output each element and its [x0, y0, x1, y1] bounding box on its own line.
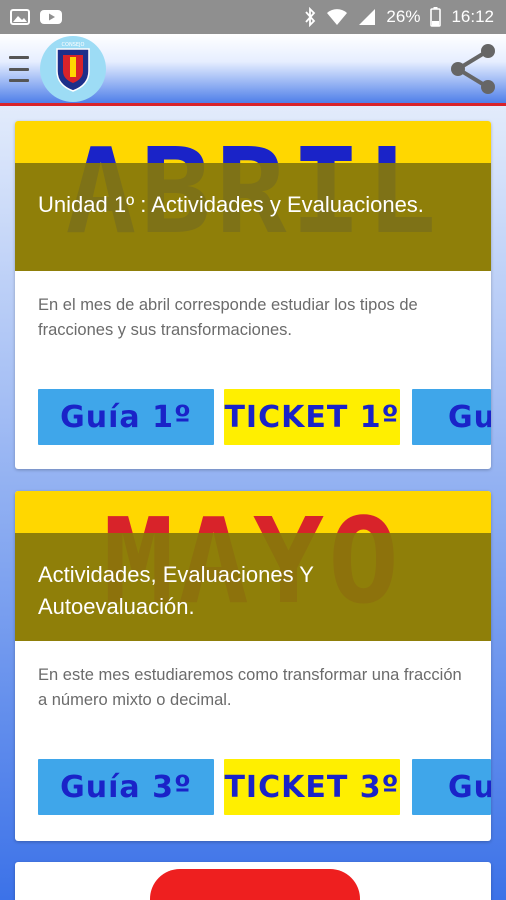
card-title: Actividades, Evaluaciones Y Autoevaluaci… — [15, 533, 491, 641]
signal-icon — [358, 8, 376, 26]
image-icon — [10, 9, 30, 25]
youtube-icon — [40, 9, 62, 25]
logo-text: CONSEJO — [61, 42, 85, 48]
guia-1-button[interactable]: Guía 1º — [38, 389, 214, 445]
card-description: En el mes de abril corresponde estudiar … — [38, 296, 418, 339]
wifi-icon — [326, 8, 348, 26]
share-icon[interactable] — [446, 42, 500, 96]
card-title: Unidad 1º : Actividades y Evaluaciones. — [15, 163, 491, 271]
clock: 16:12 — [451, 7, 494, 26]
bluetooth-icon — [304, 7, 316, 27]
card-buttons: Guía 1º TICKET 1º Gui — [15, 389, 491, 469]
card-banner: ABRIL Unidad 1º : Actividades y Evaluaci… — [15, 121, 491, 271]
school-logo[interactable]: CONSEJO — [40, 36, 106, 102]
status-bar: 26% 16:12 — [0, 0, 506, 34]
unit-card-abril: ABRIL Unidad 1º : Actividades y Evaluaci… — [15, 121, 491, 469]
card-banner: MAYO Actividades, Evaluaciones Y Autoeva… — [15, 491, 491, 641]
menu-icon[interactable] — [9, 56, 29, 82]
unit-card-next — [15, 862, 491, 900]
banner-graphic — [150, 869, 360, 900]
guia-4-button[interactable]: Gui — [412, 759, 491, 815]
card-buttons: Guía 3º TICKET 3º Gui — [15, 759, 491, 839]
battery-icon — [430, 7, 442, 27]
ticket-1-button[interactable]: TICKET 1º — [224, 389, 400, 445]
app-bar: CONSEJO — [0, 34, 506, 106]
card-description: En este mes estudiaremos como transforma… — [38, 666, 462, 709]
unit-card-mayo: MAYO Actividades, Evaluaciones Y Autoeva… — [15, 491, 491, 841]
guia-2-button[interactable]: Gui — [412, 389, 491, 445]
ticket-3-button[interactable]: TICKET 3º — [224, 759, 400, 815]
battery-percent: 26% — [386, 7, 421, 26]
guia-3-button[interactable]: Guía 3º — [38, 759, 214, 815]
